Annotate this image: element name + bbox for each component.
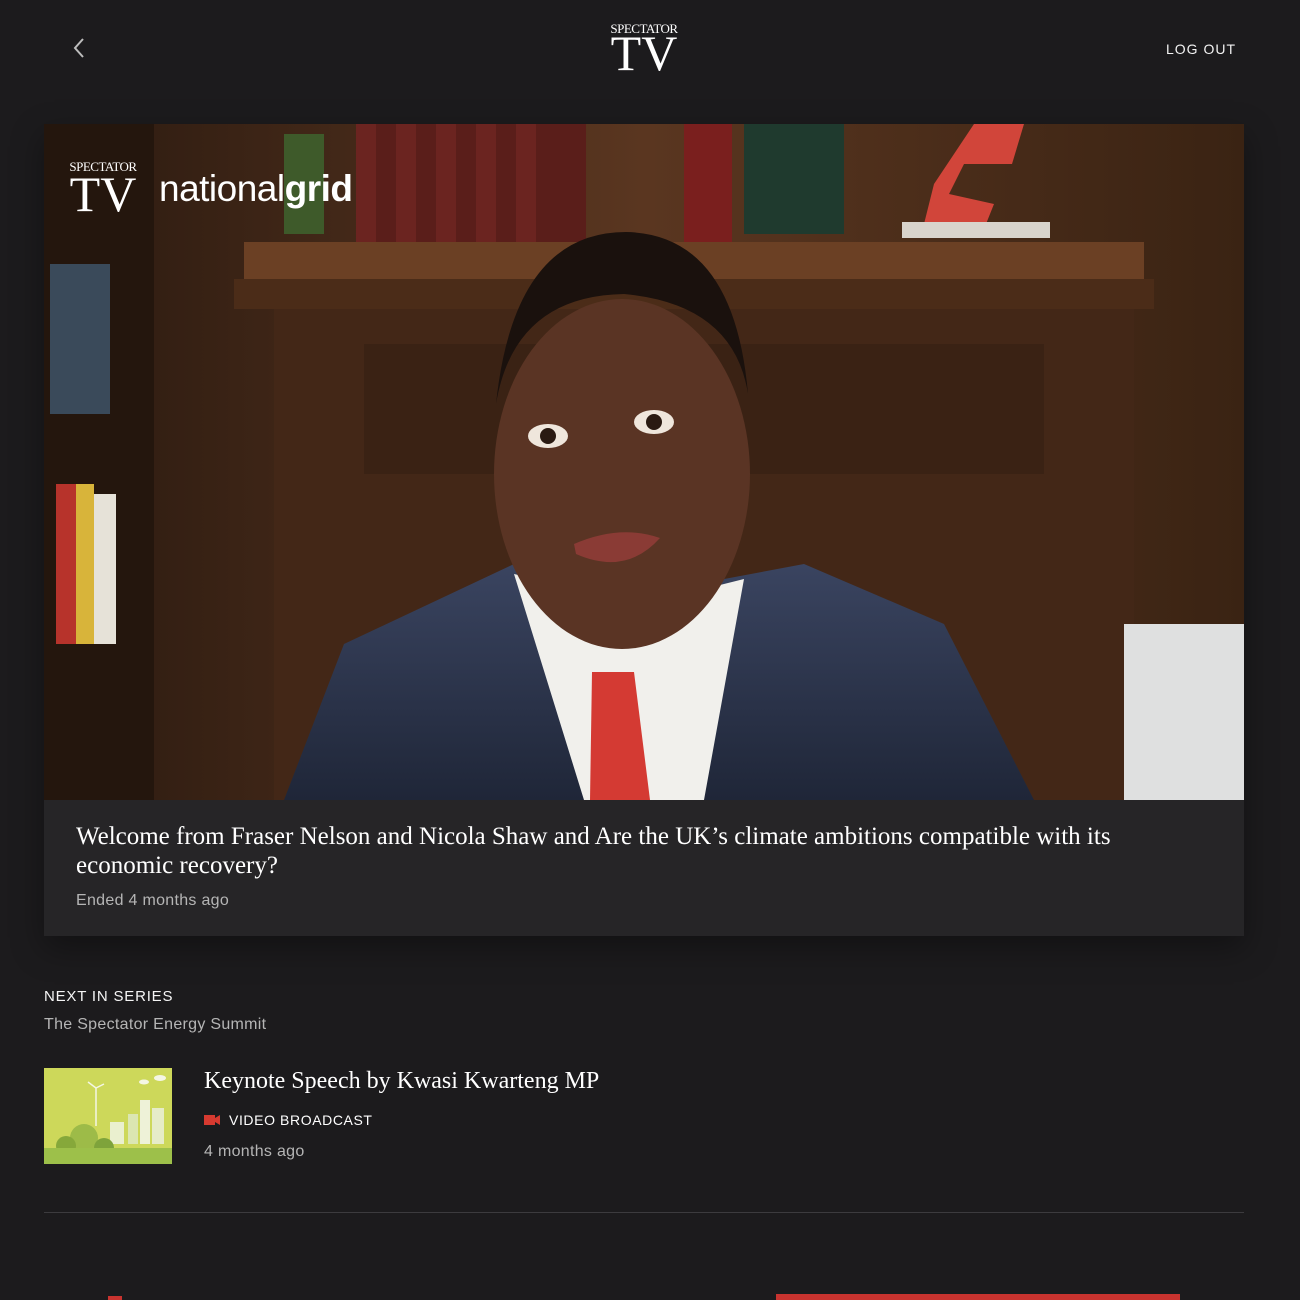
featured-video-card: SPECTATOR TV nationalgrid Welcome from F… [44, 124, 1244, 936]
energy-city-illustration [44, 1068, 172, 1164]
spectator-tv-logo[interactable]: SPECTATOR TV [596, 22, 692, 81]
featured-video-info: Welcome from Fraser Nelson and Nicola Sh… [76, 822, 1156, 910]
section-divider [44, 1212, 1244, 1213]
broadcast-type-label: VIDEO BROADCAST [229, 1112, 373, 1128]
sponsor-logo: nationalgrid [159, 168, 353, 210]
partial-red-element [108, 1296, 122, 1300]
overlay-spectator-tv-logo: SPECTATOR TV [68, 160, 138, 222]
logout-button[interactable]: LOG OUT [1166, 41, 1236, 57]
chevron-left-icon [73, 38, 84, 58]
featured-video-status: Ended 4 months ago [76, 892, 230, 909]
series-name: The Spectator Energy Summit [44, 1016, 267, 1033]
logo-large-text: TV [610, 25, 678, 81]
partial-red-bar [776, 1294, 1180, 1300]
next-in-series-heading: NEXT IN SERIES [44, 988, 174, 1005]
top-bar: SPECTATOR TV LOG OUT [0, 0, 1300, 100]
featured-video-title[interactable]: Welcome from Fraser Nelson and Nicola Sh… [76, 822, 1156, 880]
overlay-logo-large-text: TV [69, 166, 137, 222]
series-list-item[interactable]: Keynote Speech by Kwasi Kwarteng MP VIDE… [44, 1068, 1244, 1168]
video-player[interactable]: SPECTATOR TV nationalgrid [44, 124, 1244, 800]
back-button[interactable] [62, 30, 96, 66]
sponsor-logo-light: national [159, 168, 285, 209]
series-item-thumbnail[interactable] [44, 1068, 172, 1164]
video-camera-icon [204, 1115, 220, 1125]
sponsor-logo-bold: grid [284, 168, 353, 209]
series-item-title[interactable]: Keynote Speech by Kwasi Kwarteng MP [204, 1068, 599, 1095]
broadcast-type-badge: VIDEO BROADCAST [204, 1112, 373, 1128]
series-item-time: 4 months ago [204, 1143, 305, 1160]
video-frame-image [44, 124, 1244, 800]
